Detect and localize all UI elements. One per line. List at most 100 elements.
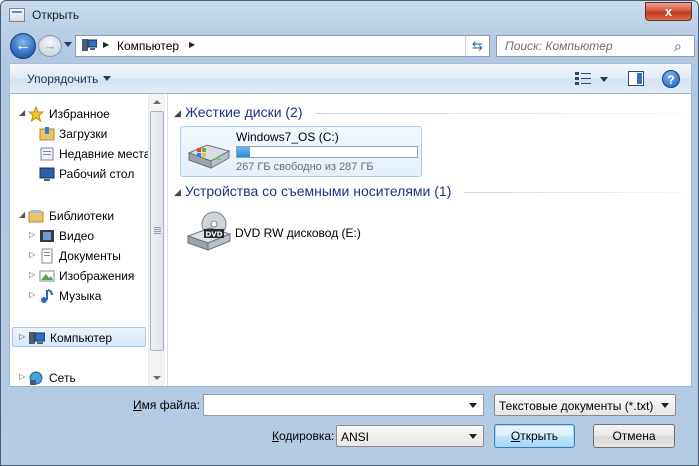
nav-item-computer[interactable]: ▷ Компьютер — [12, 327, 146, 347]
nav-item-libraries[interactable]: ◢ Библиотеки — [10, 206, 150, 226]
dvd-drive-icon: DVD — [186, 211, 232, 251]
computer-icon — [29, 332, 45, 344]
filename-input[interactable] — [203, 394, 484, 416]
group-title: Устройства со съемными носителями (1) — [185, 183, 452, 199]
refresh-icon: ⇆ — [472, 38, 483, 53]
group-divider — [464, 192, 684, 193]
encoding-select[interactable]: ANSI — [336, 425, 484, 447]
chevron-down-icon — [469, 434, 477, 439]
network-icon — [29, 371, 43, 385]
recent-pages-dropdown[interactable] — [64, 42, 72, 47]
collapsed-arrow-icon[interactable]: ▷ — [29, 270, 35, 279]
nav-item-music[interactable]: ▷ Музыка — [10, 286, 150, 306]
close-button[interactable]: x — [645, 2, 692, 21]
collapse-arrow-icon[interactable]: ◢ — [174, 108, 181, 119]
nav-item-downloads[interactable]: Загрузки — [10, 124, 150, 144]
nav-item-network[interactable]: ▷ Сеть — [10, 368, 150, 386]
expand-arrow-icon[interactable]: ◢ — [19, 210, 25, 219]
accelerator-letter: К — [272, 429, 279, 443]
scroll-thumb[interactable] — [150, 111, 164, 351]
refresh-button[interactable]: ⇆ — [465, 35, 490, 57]
group-header-removable[interactable]: ◢ Устройства со съемными носителями (1) — [174, 183, 684, 201]
collapsed-arrow-icon[interactable]: ▷ — [29, 230, 35, 239]
music-library-icon — [41, 289, 53, 303]
cancel-button[interactable]: Отмена — [593, 424, 675, 448]
encoding-value: ANSI — [341, 430, 370, 444]
organize-button[interactable]: Упорядочить — [27, 72, 112, 86]
hard-drive-icon — [187, 144, 231, 169]
open-dialog-window: Открыть x ← → ▶ Компьютер ▶ ⇆ Поиск: Ком… — [0, 0, 699, 466]
collapsed-arrow-icon[interactable]: ▷ — [19, 332, 25, 341]
content-area: ◢ Избранное Загрузки Недавние места Рабо… — [9, 94, 692, 387]
nav-label: Изображения — [59, 269, 135, 283]
nav-item-documents[interactable]: ▷ Документы — [10, 246, 150, 266]
nav-item-video[interactable]: ▷ Видео — [10, 226, 150, 246]
accelerator-letter: О — [510, 429, 521, 443]
nav-item-favorites[interactable]: ◢ Избранное — [10, 104, 150, 124]
change-view-icon[interactable] — [574, 71, 592, 87]
nav-scrollbar[interactable] — [148, 94, 165, 386]
breadcrumb-computer[interactable]: Компьютер — [117, 39, 179, 53]
nav-label: Рабочий стол — [59, 167, 135, 181]
drive-free-space: 267 ГБ свободно из 287 ГБ — [236, 161, 374, 173]
recent-places-icon — [40, 147, 54, 161]
drive-usage-bar — [236, 146, 418, 158]
downloads-folder-icon — [39, 127, 55, 141]
collapsed-arrow-icon[interactable]: ▷ — [29, 290, 35, 299]
nav-label: Избранное — [49, 107, 110, 121]
navigation-pane: ◢ Избранное Загрузки Недавние места Рабо… — [10, 94, 168, 386]
label-part: одировка: — [279, 429, 335, 443]
open-button[interactable]: Открыть — [494, 424, 575, 448]
back-button[interactable]: ← — [10, 33, 36, 59]
nav-item-recent-places[interactable]: Недавние места — [10, 144, 150, 164]
collapsed-arrow-icon[interactable]: ▷ — [19, 372, 25, 381]
nav-label: Документы — [59, 249, 121, 263]
search-box[interactable]: Поиск: Компьютер ⌕ — [496, 35, 695, 57]
search-placeholder: Поиск: Компьютер — [505, 39, 613, 53]
collapse-arrow-icon[interactable]: ◢ — [174, 187, 181, 198]
filename-dropdown-arrow[interactable] — [469, 403, 477, 408]
label-part: ткрыть — [520, 429, 559, 443]
nav-label: Музыка — [59, 289, 102, 303]
encoding-label: Кодировка: — [272, 429, 334, 443]
drive-name: Windows7_OS (C:) — [236, 130, 339, 144]
forward-button[interactable]: → — [38, 35, 62, 57]
filename-label: Имя файла: — [133, 398, 200, 412]
address-bar[interactable]: ▶ Компьютер ▶ — [75, 35, 490, 57]
scroll-down-button[interactable] — [149, 370, 165, 386]
organize-label: Упорядочить — [27, 72, 99, 86]
filetype-select[interactable]: Текстовые документы (*.txt) — [494, 394, 676, 416]
command-toolbar: Упорядочить ? — [9, 63, 692, 94]
preview-pane-icon[interactable] — [628, 71, 644, 86]
group-divider — [316, 113, 684, 114]
filetype-value: Текстовые документы (*.txt) — [499, 399, 654, 413]
main-pane: ◢ Жесткие диски (2) Windows7_OS (C:) 267… — [169, 94, 692, 386]
breadcrumb-separator[interactable]: ▶ — [189, 40, 195, 49]
drive-c-item[interactable]: Windows7_OS (C:) 267 ГБ свободно из 287 … — [180, 126, 422, 177]
chevron-down-icon — [661, 403, 669, 408]
video-library-icon — [40, 230, 54, 242]
back-arrow-icon: ← — [15, 37, 31, 54]
search-icon[interactable]: ⌕ — [674, 38, 682, 55]
scroll-up-button[interactable] — [149, 94, 165, 110]
forward-arrow-icon: → — [43, 38, 57, 53]
nav-label: Сеть — [49, 371, 76, 385]
chevron-down-icon — [103, 76, 112, 81]
expand-arrow-icon[interactable]: ◢ — [19, 108, 25, 117]
help-icon[interactable]: ? — [662, 70, 680, 88]
nav-item-pictures[interactable]: ▷ Изображения — [10, 266, 150, 286]
window-app-icon — [9, 8, 25, 22]
nav-label: Библиотеки — [49, 209, 115, 223]
libraries-icon — [28, 210, 44, 223]
dvd-drive-item[interactable]: DVD DVD RW дисковод (E:) — [180, 208, 422, 258]
address-row: ← → ▶ Компьютер ▶ ⇆ Поиск: Компьютер ⌕ — [1, 31, 698, 61]
group-header-hard-disks[interactable]: ◢ Жесткие диски (2) — [174, 104, 684, 122]
documents-library-icon — [41, 248, 53, 264]
dvd-badge-text: DVD — [205, 231, 222, 239]
breadcrumb-separator[interactable]: ▶ — [103, 40, 109, 49]
computer-icon — [82, 39, 97, 51]
view-options-dropdown[interactable] — [600, 77, 608, 82]
title-bar: Открыть x — [1, 1, 698, 31]
nav-item-desktop[interactable]: Рабочий стол — [10, 164, 150, 184]
collapsed-arrow-icon[interactable]: ▷ — [29, 250, 35, 259]
